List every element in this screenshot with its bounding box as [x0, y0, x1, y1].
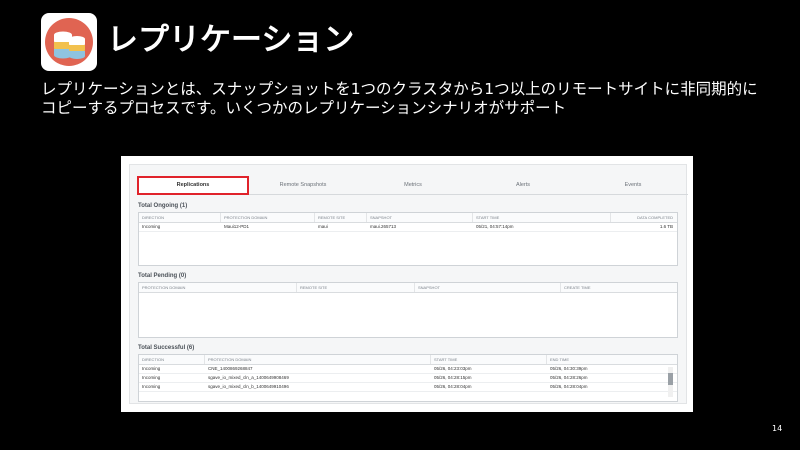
cell-start-time: 05/26, 04:28:04pm: [434, 384, 472, 389]
cell-direction: Incoming: [142, 384, 161, 389]
cell-protection-domain: sgave_io_mixed_cln_a_1400649908469: [208, 375, 289, 380]
table-header: PROTECTION DOMAIN REMOTE SITE SNAPSHOT C…: [139, 283, 677, 293]
cell-end-time: 05/26, 04:30:39pm: [550, 366, 588, 371]
column-header[interactable]: START TIME: [473, 213, 611, 222]
column-header[interactable]: SNAPSHOT: [415, 283, 561, 292]
ongoing-title: Total Ongoing (1): [138, 203, 188, 209]
cell-start-time: 05/21, 04:57:14pm: [476, 224, 514, 229]
replication-panel: Replications Remote Snapshots Metrics Al…: [129, 164, 688, 404]
pending-table: PROTECTION DOMAIN REMOTE SITE SNAPSHOT C…: [138, 282, 678, 338]
column-header[interactable]: REMOTE SITE: [297, 283, 415, 292]
column-header[interactable]: START TIME: [431, 355, 547, 364]
column-header[interactable]: DIRECTION: [139, 355, 205, 364]
tab-remote-snapshots[interactable]: Remote Snapshots: [248, 177, 358, 194]
cell-remote-site: maui: [318, 224, 328, 229]
column-header[interactable]: PROTECTION DOMAIN: [139, 283, 297, 292]
column-header[interactable]: REMOTE SITE: [315, 213, 367, 222]
cell-direction: Incoming: [142, 366, 161, 371]
replication-screenshot: Replications Remote Snapshots Metrics Al…: [121, 156, 693, 412]
column-header[interactable]: SNAPSHOT: [367, 213, 473, 222]
cell-protection-domain: CNE_1400869268847: [208, 366, 253, 371]
cell-end-time: 05/26, 04:28:26pm: [550, 375, 588, 380]
column-header[interactable]: DATA COMPLETED: [611, 213, 677, 222]
cell-start-time: 05/26, 04:28:15pm: [434, 375, 472, 380]
cell-direction: Incoming: [142, 375, 161, 380]
tab-metrics[interactable]: Metrics: [358, 177, 468, 194]
table-row[interactable]: Incoming sgave_io_mixed_cln_b_1400649910…: [139, 383, 677, 392]
column-header[interactable]: PROTECTION DOMAIN: [205, 355, 431, 364]
scrollbar[interactable]: [668, 367, 673, 397]
tab-bar: Replications Remote Snapshots Metrics Al…: [137, 176, 688, 195]
slide-description: レプリケーションとは、スナップショットを1つのクラスタから1つ以上のリモートサイ…: [41, 80, 758, 117]
pending-title: Total Pending (0): [138, 273, 187, 279]
cell-end-time: 05/26, 04:28:04pm: [550, 384, 588, 389]
column-header[interactable]: PROTECTION DOMAIN: [221, 213, 315, 222]
column-header[interactable]: CREATE TIME: [561, 283, 677, 292]
tab-events[interactable]: Events: [578, 177, 688, 194]
page-number: 14: [772, 424, 783, 433]
column-header[interactable]: DIRECTION: [139, 213, 221, 222]
table-header: DIRECTION PROTECTION DOMAIN REMOTE SITE …: [139, 213, 677, 223]
table-row[interactable]: Incoming CNE_1400869268847 05/26, 04:23:…: [139, 365, 677, 374]
tab-replications[interactable]: Replications: [137, 176, 249, 195]
cell-protection-domain: sgave_io_mixed_cln_b_1400649910496: [208, 384, 289, 389]
database-icon: [54, 31, 85, 59]
app-logo: [41, 13, 97, 71]
cell-start-time: 05/26, 04:23:03pm: [434, 366, 472, 371]
scrollbar-thumb[interactable]: [668, 373, 673, 385]
cell-snapshot: maui.265713: [370, 224, 397, 229]
tab-alerts[interactable]: Alerts: [468, 177, 578, 194]
cell-direction: Incoming: [142, 224, 161, 229]
table-row[interactable]: Incoming sgave_io_mixed_cln_a_1400649908…: [139, 374, 677, 383]
successful-title: Total Successful (6): [138, 345, 195, 351]
cell-data-completed: 1.6 TB: [659, 224, 673, 229]
table-row[interactable]: Incoming Maui12-PD1 maui maui.265713 05/…: [139, 223, 677, 232]
column-header[interactable]: END TIME: [547, 355, 677, 364]
ongoing-table: DIRECTION PROTECTION DOMAIN REMOTE SITE …: [138, 212, 678, 266]
table-header: DIRECTION PROTECTION DOMAIN START TIME E…: [139, 355, 677, 365]
cell-protection-domain: Maui12-PD1: [224, 224, 250, 229]
successful-table: DIRECTION PROTECTION DOMAIN START TIME E…: [138, 354, 678, 402]
slide-title: レプリケーション: [107, 22, 355, 58]
